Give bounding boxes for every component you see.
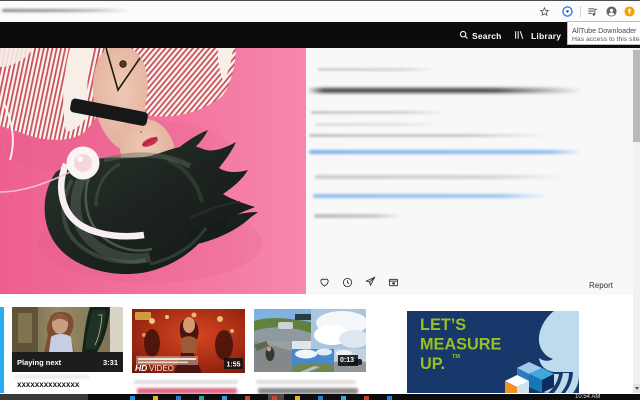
svg-text:VIDEO: VIDEO	[149, 364, 174, 373]
svg-text:1:55: 1:55	[226, 362, 240, 369]
svg-text:MEASURE: MEASURE	[420, 336, 502, 354]
svg-text:TM: TM	[452, 354, 460, 360]
svg-text:Playing next: Playing next	[17, 358, 62, 367]
svg-text:3:31: 3:31	[103, 358, 118, 367]
svg-text:HD: HD	[135, 363, 147, 373]
svg-text:UP.: UP.	[420, 355, 445, 373]
svg-text:LET’S: LET’S	[420, 316, 466, 334]
